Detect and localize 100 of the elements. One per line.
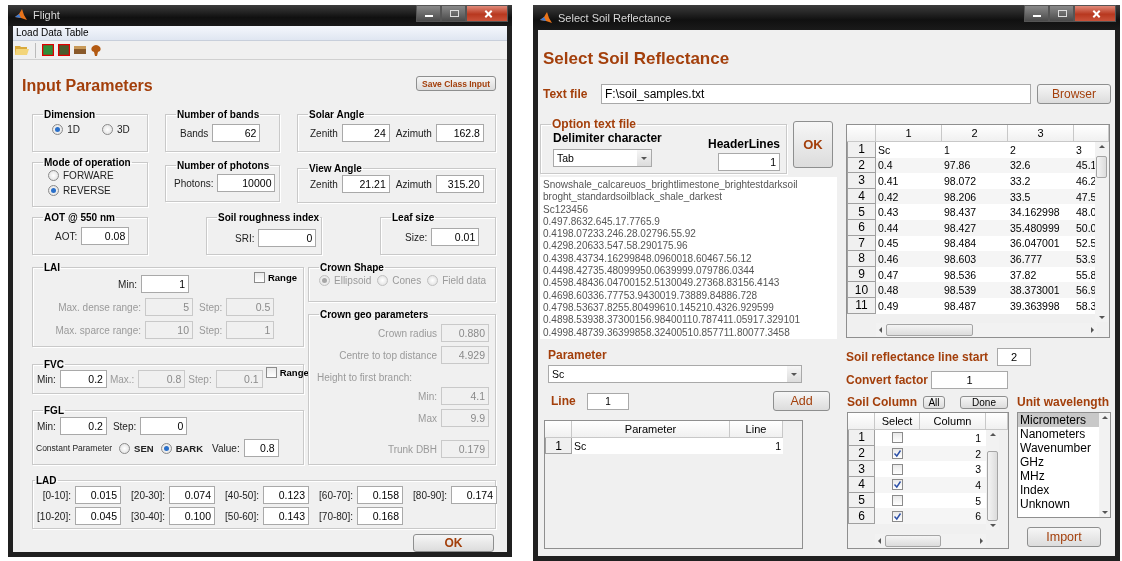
import-button[interactable]: Import	[1027, 527, 1101, 547]
number-field[interactable]: 0.123	[263, 486, 309, 504]
number-field[interactable]: 10000	[217, 174, 276, 192]
number-field[interactable]: 315.20	[435, 175, 484, 193]
number-field[interactable]: 1	[718, 153, 780, 171]
column-header[interactable]: Column	[920, 413, 986, 430]
row-header: 3	[848, 461, 875, 478]
close-button[interactable]	[1074, 5, 1116, 22]
checkbox[interactable]	[253, 272, 265, 283]
add-button[interactable]: Add	[773, 391, 830, 411]
header-filler	[986, 413, 1008, 430]
field-label: Step:	[199, 301, 223, 313]
radio-button[interactable]	[48, 185, 59, 196]
minimize-button[interactable]	[1024, 5, 1049, 22]
folder-icon[interactable]	[15, 44, 29, 56]
maximize-button[interactable]	[441, 5, 466, 22]
radio-button[interactable]	[119, 442, 131, 454]
number-field[interactable]: 0.08	[81, 227, 130, 245]
browse-button[interactable]: Browser	[1037, 84, 1111, 104]
number-field[interactable]: 0.100	[169, 507, 215, 525]
list-item[interactable]: Index	[1018, 483, 1099, 497]
list-item[interactable]: GHz	[1018, 455, 1099, 469]
list-item[interactable]: Wavenumber	[1018, 441, 1099, 455]
number-field[interactable]: 162.8	[435, 124, 484, 142]
maximize-button[interactable]	[1049, 5, 1074, 22]
number-field[interactable]: 0.8	[243, 439, 279, 457]
column-header[interactable]: Parameter	[572, 421, 730, 438]
list-item[interactable]: Nanometers	[1018, 427, 1099, 441]
row-header: 4	[848, 477, 875, 493]
table-cell: 1	[920, 430, 986, 446]
checkbox[interactable]	[892, 510, 903, 522]
table-cell: 33.2	[1008, 173, 1074, 189]
number-field[interactable]: 62	[212, 124, 261, 142]
radio-label: 1D	[67, 124, 80, 135]
number-field[interactable]: 1	[587, 392, 629, 410]
menu-item[interactable]: Load Data Table	[14, 27, 91, 39]
minimize-button[interactable]	[416, 5, 441, 22]
number-field[interactable]: 2	[997, 348, 1031, 366]
number-field[interactable]: 0.143	[263, 507, 309, 525]
vertical-scrollbar[interactable]	[1095, 142, 1108, 322]
number-field[interactable]: 0.045	[75, 507, 121, 525]
number-field[interactable]: 0.015	[75, 486, 121, 504]
box-icon[interactable]	[74, 45, 86, 55]
field-label: Step:	[112, 420, 137, 432]
group-title: LAI	[43, 262, 62, 273]
number-field[interactable]: 0.168	[357, 507, 403, 525]
number-field[interactable]: 0.01	[431, 228, 480, 246]
blob-icon[interactable]	[90, 44, 102, 56]
number-field[interactable]: 0.174	[451, 486, 497, 504]
checkbox[interactable]	[892, 432, 903, 444]
checkbox[interactable]	[265, 367, 277, 378]
column-header[interactable]: 2	[942, 125, 1008, 142]
field-label: Azimuth	[395, 178, 432, 190]
field-label: Max	[418, 412, 437, 424]
number-field[interactable]: 0.074	[169, 486, 215, 504]
table-cell: 3	[920, 461, 986, 478]
table-cell: 98.072	[942, 173, 1008, 189]
close-button[interactable]	[466, 5, 508, 22]
radio-button[interactable]	[102, 124, 113, 135]
column-header[interactable]: 1	[876, 125, 942, 142]
checkbox[interactable]	[892, 448, 903, 460]
number-field[interactable]: 0	[140, 417, 188, 435]
row-header: 3	[847, 173, 876, 189]
row-header: 10	[847, 282, 876, 298]
column-header[interactable]: 3	[1008, 125, 1074, 142]
table-cell: 98.437	[942, 204, 1008, 220]
radio-button[interactable]	[48, 170, 59, 181]
field-label: Crown radius	[378, 327, 437, 339]
number-field[interactable]: 21.21	[341, 175, 390, 193]
table-cell: 1	[730, 438, 783, 454]
field-label: Soil reflectance line start	[846, 350, 990, 364]
ok-button[interactable]: OK	[793, 121, 833, 168]
column-header[interactable]: Line	[730, 421, 783, 438]
vertical-scrollbar[interactable]	[1099, 413, 1110, 517]
dropdown[interactable]: Tab	[553, 149, 652, 167]
list-item[interactable]: Unknown	[1018, 497, 1099, 511]
number-field[interactable]: 1	[141, 275, 189, 293]
checkbox[interactable]	[892, 495, 903, 507]
ok-button[interactable]: OK	[413, 534, 494, 552]
radio-button[interactable]	[52, 124, 64, 135]
table-cell: 98.539	[942, 282, 1008, 298]
number-field[interactable]: 0.158	[357, 486, 403, 504]
field-label: Min:	[418, 390, 437, 402]
list-item[interactable]: Micrometers	[1018, 413, 1099, 427]
number-field[interactable]: 0.2	[59, 417, 107, 435]
number-field[interactable]: 0.2	[59, 370, 107, 388]
checkbox[interactable]	[892, 479, 903, 491]
all-button[interactable]: All	[923, 395, 945, 409]
text-field[interactable]: F:\soil_samples.txt	[601, 84, 1031, 104]
dropdown[interactable]: Sc	[548, 365, 802, 383]
number-field[interactable]: 24	[341, 124, 390, 142]
save-button[interactable]: Save Class Input	[416, 76, 496, 91]
vertical-scrollbar[interactable]	[986, 430, 999, 530]
done-button[interactable]: Done	[960, 395, 1008, 409]
radio-button[interactable]	[160, 442, 172, 454]
checkbox[interactable]	[892, 463, 903, 475]
list-item[interactable]: MHz	[1018, 469, 1099, 483]
number-field[interactable]: 0	[258, 229, 317, 247]
column-header[interactable]: Select	[875, 413, 920, 430]
number-field[interactable]: 1	[931, 371, 1008, 389]
